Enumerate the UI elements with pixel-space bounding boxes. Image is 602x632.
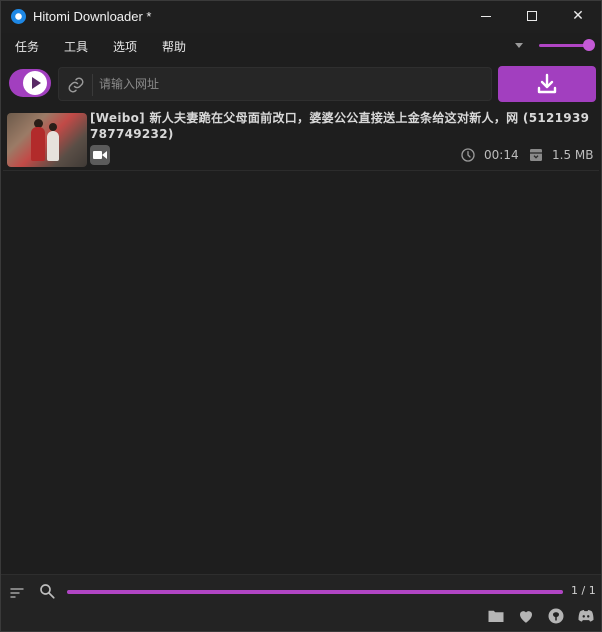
url-bar [58,67,492,101]
menu-tools[interactable]: 工具 [64,38,88,55]
menu-options[interactable]: 选项 [113,38,137,55]
task-title: [Weibo] 新人夫妻跪在父母面前改口，婆婆公公直接送上金条给这对新人，网 (… [90,111,590,141]
overall-progress-bar [67,590,563,594]
maximize-button[interactable] [509,1,555,33]
menu-tasks[interactable]: 任务 [15,38,39,55]
app-logo-icon [11,9,26,24]
title-bar: Hitomi Downloader * ✕ [1,1,601,33]
status-bar: 1 / 1 [1,574,601,631]
thumb-figure [49,123,57,131]
sort-icon[interactable] [9,585,25,601]
progress-fill [67,590,563,594]
heart-icon[interactable] [516,607,536,625]
clock-icon [461,148,475,162]
search-icon[interactable] [38,582,56,600]
task-thumbnail [7,113,87,167]
app-window: Hitomi Downloader * ✕ 任务 工具 选项 帮助 请输入网址 … [0,0,602,632]
maximize-icon [527,11,537,21]
task-duration: 00:14 [484,148,519,162]
close-button[interactable]: ✕ [555,1,601,33]
thumb-figure [31,127,45,161]
video-icon [90,145,110,165]
minimize-icon [481,15,491,17]
dropdown-caret-icon[interactable] [515,43,523,48]
link-icon [68,77,84,93]
volume-slider[interactable] [539,44,589,47]
minimize-button[interactable] [463,1,509,33]
download-icon [537,73,557,94]
url-separator [92,74,93,96]
volume-slider-handle[interactable] [583,39,595,51]
github-icon[interactable] [546,607,566,625]
thumb-figure [47,131,59,161]
folder-icon[interactable] [486,607,506,625]
menu-bar: 任务 工具 选项 帮助 [1,33,601,59]
archive-icon [530,149,542,161]
task-row[interactable]: [Weibo] 新人夫妻跪在父母面前改口，婆婆公公直接送上金条给这对新人，网 (… [3,109,599,171]
clipboard-monitor-toggle[interactable] [9,69,51,97]
play-icon [23,71,47,95]
page-count: 1 / 1 [571,584,596,597]
discord-icon[interactable] [576,607,596,625]
task-size: 1.5 MB [552,148,594,162]
menu-help[interactable]: 帮助 [162,38,186,55]
download-button[interactable] [498,66,596,102]
url-input[interactable] [99,72,479,96]
window-title: Hitomi Downloader * [33,9,152,24]
